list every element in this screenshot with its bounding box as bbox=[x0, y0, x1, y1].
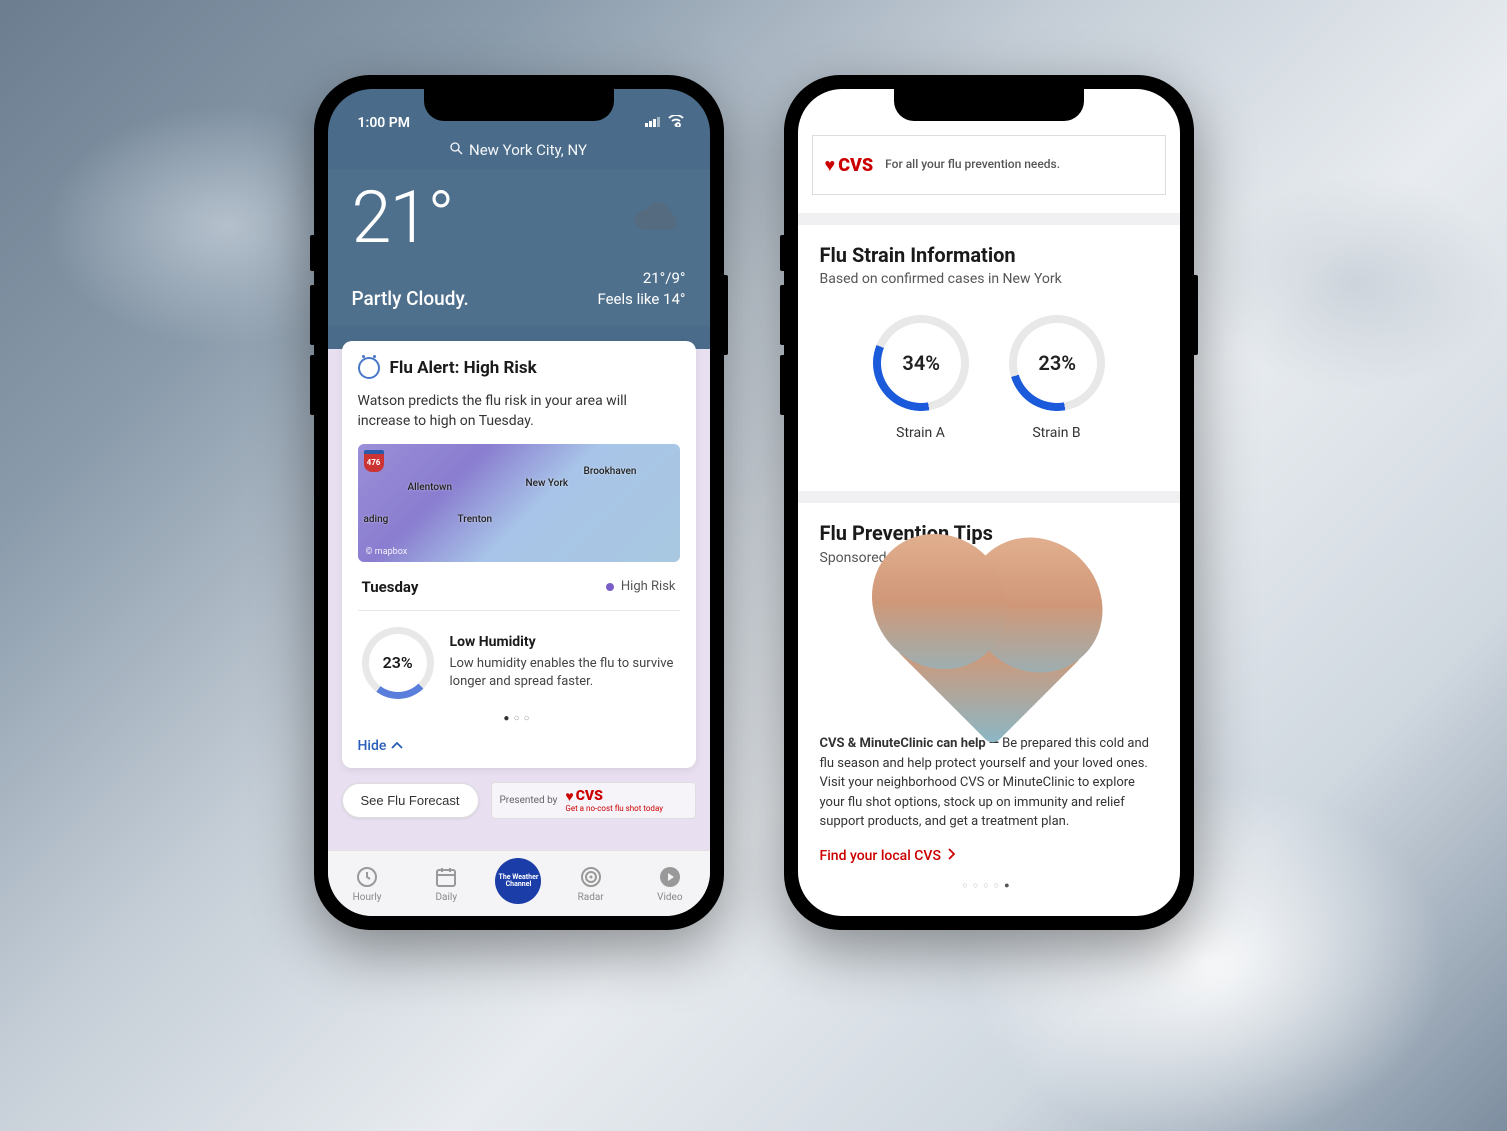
status-icons bbox=[645, 115, 684, 131]
risk-dot-icon bbox=[606, 583, 614, 591]
weather-hero: 21° Partly Cloudy. 21°/9° Feels like 14° bbox=[328, 169, 710, 327]
flu-alert-desc: Watson predicts the flu risk in your are… bbox=[358, 391, 680, 432]
strain-section: Flu Strain Information Based on confirme… bbox=[798, 225, 1180, 473]
section-divider bbox=[798, 213, 1180, 225]
strain-b-label: Strain B bbox=[1009, 425, 1105, 441]
tab-bar: Hourly Daily The Weather Channel Radar bbox=[328, 850, 710, 916]
pagination-dots[interactable]: ●○○ bbox=[358, 707, 680, 734]
wifi-icon bbox=[668, 115, 684, 131]
tab-home[interactable]: The Weather Channel bbox=[495, 858, 541, 904]
flu-alert-card: Flu Alert: High Risk Watson predicts the… bbox=[342, 341, 696, 768]
risk-badge: High Risk bbox=[606, 579, 676, 594]
play-icon bbox=[657, 864, 683, 890]
tips-title: Flu Prevention Tips bbox=[820, 521, 1158, 545]
status-time: 1:00 PM bbox=[358, 115, 411, 131]
calendar-icon bbox=[433, 864, 459, 890]
cvs-logo: ♥ CVS bbox=[565, 788, 663, 805]
tab-daily-label: Daily bbox=[435, 892, 457, 903]
humidity-pct: 23% bbox=[382, 653, 412, 672]
chevron-right-icon bbox=[947, 848, 955, 864]
hide-label: Hide bbox=[358, 738, 387, 754]
strain-a-pct: 34% bbox=[902, 351, 940, 375]
map-label-newyork: New York bbox=[526, 478, 569, 489]
radar-icon bbox=[578, 864, 604, 890]
watson-icon bbox=[358, 357, 380, 379]
strain-subtitle: Based on confirmed cases in New York bbox=[820, 271, 1158, 287]
phone-left: 1:00 PM New York City, NY bbox=[314, 75, 724, 930]
strain-b-gauge: 23% Strain B bbox=[1009, 315, 1105, 441]
screen-left: 1:00 PM New York City, NY bbox=[328, 89, 710, 916]
high-low: 21°/9° bbox=[597, 268, 685, 289]
cloud-icon bbox=[626, 198, 686, 238]
section-divider bbox=[798, 491, 1180, 503]
hide-button[interactable]: Hide bbox=[358, 734, 680, 756]
tips-body: CVS & MinuteClinic can help — Be prepare… bbox=[820, 734, 1158, 832]
pagination-dots[interactable]: ○○○○● bbox=[820, 864, 1158, 907]
ad-tagline: For all your flu prevention needs. bbox=[885, 157, 1060, 173]
tips-body-bold: CVS & MinuteClinic can help — bbox=[820, 736, 999, 751]
current-temp: 21° bbox=[352, 175, 453, 260]
map-label-allentown: Allentown bbox=[408, 482, 453, 493]
humidity-desc: Low humidity enables the flu to survive … bbox=[450, 655, 676, 691]
top-banner-ad[interactable]: ♥ CVS For all your flu prevention needs. bbox=[812, 135, 1166, 195]
cvs-tagline: Get a no-cost flu shot today bbox=[565, 805, 663, 814]
tab-radar-label: Radar bbox=[578, 892, 604, 903]
tab-hourly-label: Hourly bbox=[353, 892, 382, 903]
tab-video-label: Video bbox=[657, 892, 682, 903]
find-cvs-link[interactable]: Find your local CVS bbox=[820, 848, 1158, 864]
humidity-title: Low Humidity bbox=[450, 634, 676, 650]
heart-icon: ♥ bbox=[565, 788, 573, 805]
clock-icon bbox=[354, 864, 380, 890]
tab-video[interactable]: Video bbox=[640, 864, 700, 903]
presented-by-label: Presented by bbox=[500, 795, 558, 806]
flu-map[interactable]: 476 Allentown New York Brookhaven Trento… bbox=[358, 444, 680, 562]
day-risk-row[interactable]: Tuesday High Risk bbox=[358, 564, 680, 611]
tab-hourly[interactable]: Hourly bbox=[337, 864, 397, 903]
twc-logo-text: The Weather Channel bbox=[495, 874, 541, 888]
tab-daily[interactable]: Daily bbox=[416, 864, 476, 903]
cvs-logo: ♥ CVS bbox=[813, 155, 886, 176]
signal-icon bbox=[645, 115, 662, 131]
chevron-up-icon bbox=[391, 738, 403, 754]
tab-radar[interactable]: Radar bbox=[561, 864, 621, 903]
screen-right: ♥ CVS For all your flu prevention needs.… bbox=[798, 89, 1180, 916]
strain-a-label: Strain A bbox=[873, 425, 969, 441]
find-cvs-label: Find your local CVS bbox=[820, 848, 941, 864]
cvs-text: CVS bbox=[838, 155, 873, 176]
mapbox-attribution: © mapbox bbox=[366, 547, 408, 557]
location-search[interactable]: New York City, NY bbox=[328, 135, 710, 169]
strain-a-gauge: 34% Strain A bbox=[873, 315, 969, 441]
condition-text: Partly Cloudy. bbox=[352, 287, 469, 310]
route-shield-icon: 476 bbox=[364, 450, 384, 472]
phone-right: ♥ CVS For all your flu prevention needs.… bbox=[784, 75, 1194, 930]
flu-alert-title: Flu Alert: High Risk bbox=[390, 358, 537, 378]
humidity-gauge: 23% bbox=[347, 612, 449, 714]
map-label-trenton: Trenton bbox=[458, 514, 493, 525]
feels-like: Feels like 14° bbox=[597, 289, 685, 310]
tips-section: Flu Prevention Tips Sponsored ad provide… bbox=[798, 503, 1180, 916]
forecast-day: Tuesday bbox=[362, 578, 419, 596]
search-icon bbox=[450, 141, 463, 159]
heart-icon: ♥ bbox=[825, 155, 836, 176]
promo-image bbox=[893, 556, 1084, 747]
sponsor-box[interactable]: Presented by ♥ CVS Get a no-cost flu sho… bbox=[491, 782, 696, 820]
risk-label: High Risk bbox=[621, 579, 676, 594]
humidity-row: 23% Low Humidity Low humidity enables th… bbox=[358, 611, 680, 707]
strain-b-pct: 23% bbox=[1038, 351, 1076, 375]
map-label-brookhaven: Brookhaven bbox=[584, 466, 637, 477]
strain-title: Flu Strain Information bbox=[820, 243, 1158, 267]
map-label-ading: ading bbox=[364, 514, 389, 525]
location-text: New York City, NY bbox=[469, 141, 587, 159]
see-forecast-button[interactable]: See Flu Forecast bbox=[342, 783, 479, 818]
cvs-text: CVS bbox=[576, 788, 603, 804]
